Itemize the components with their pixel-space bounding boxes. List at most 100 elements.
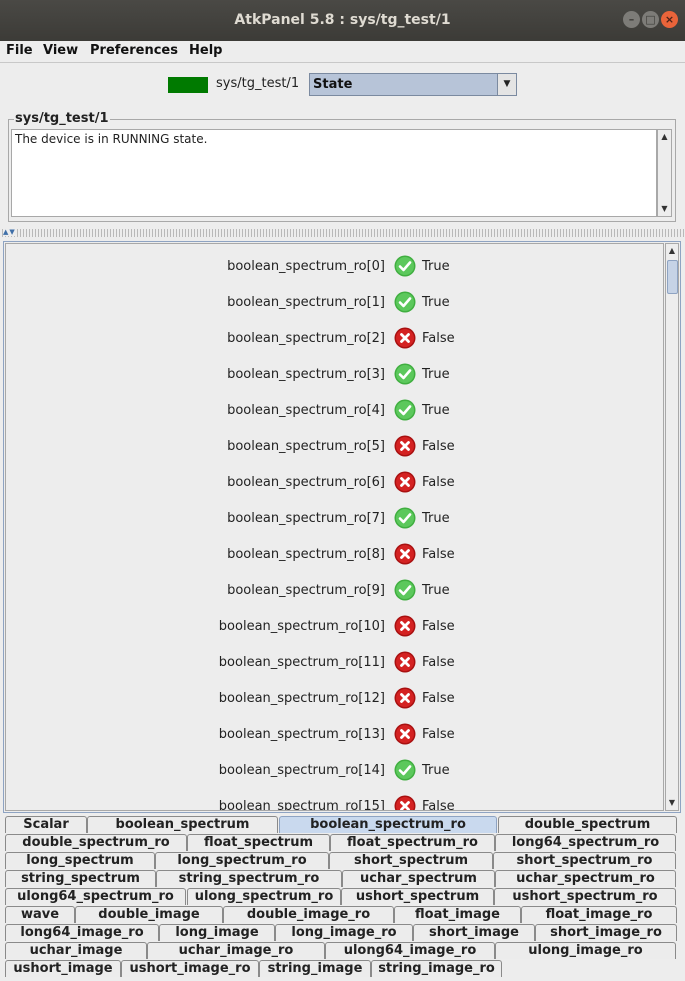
attribute-row: boolean_spectrum_ro[4] True — [6, 392, 663, 428]
tab-string-image[interactable]: string_image — [259, 960, 371, 977]
scroll-up-icon[interactable]: ▲ — [666, 244, 678, 258]
attribute-value: True — [422, 295, 450, 310]
tab-wave[interactable]: wave — [5, 906, 75, 923]
tab-boolean-spectrum-ro[interactable]: boolean_spectrum_ro — [279, 816, 497, 833]
attribute-name: boolean_spectrum_ro[12] — [218, 691, 385, 706]
cross-icon — [394, 327, 416, 349]
attribute-row: boolean_spectrum_ro[8] False — [6, 536, 663, 572]
tab-uchar-spectrum-ro[interactable]: uchar_spectrum_ro — [495, 870, 676, 887]
attribute-value: False — [422, 727, 455, 742]
attribute-list: boolean_spectrum_ro[0] True boolean_spectr… — [5, 243, 664, 811]
tab-long-image-ro[interactable]: long_image_ro — [275, 924, 413, 941]
device-name: sys/tg_test/1 — [216, 76, 300, 91]
attribute-name: boolean_spectrum_ro[14] — [218, 763, 385, 778]
attribute-value: False — [422, 475, 455, 490]
menu-preferences[interactable]: Preferences — [90, 43, 178, 58]
attribute-row: boolean_spectrum_ro[12] False — [6, 680, 663, 716]
status-text-area[interactable]: The device is in RUNNING state. — [11, 129, 657, 217]
attribute-name: boolean_spectrum_ro[5] — [227, 439, 385, 454]
tab-uchar-image-ro[interactable]: uchar_image_ro — [147, 942, 325, 959]
check-icon — [394, 291, 416, 313]
chevron-down-icon[interactable]: ▼ — [497, 74, 516, 95]
split-arrows-icon[interactable]: ▲▼ — [3, 228, 16, 236]
tab-ulong-image-ro[interactable]: ulong_image_ro — [495, 942, 676, 959]
tab-ushort-spectrum[interactable]: ushort_spectrum — [341, 888, 494, 905]
tab-ushort-image[interactable]: ushort_image — [5, 960, 121, 977]
status-scrollbar[interactable]: ▲ ▼ — [657, 129, 672, 217]
tab-ulong64-spectrum-ro[interactable]: ulong64_spectrum_ro — [5, 888, 186, 905]
status-group: sys/tg_test/1 The device is in RUNNING s… — [8, 111, 676, 222]
tab-short-image[interactable]: short_image — [413, 924, 535, 941]
tab-ulong64-image-ro[interactable]: ulong64_image_ro — [325, 942, 495, 959]
menu-help[interactable]: Help — [189, 43, 222, 58]
tab-long-image[interactable]: long_image — [159, 924, 275, 941]
tab-float-spectrum[interactable]: float_spectrum — [187, 834, 330, 851]
scroll-thumb[interactable] — [667, 260, 678, 294]
cross-icon — [394, 651, 416, 673]
minimize-icon[interactable]: – — [623, 11, 640, 28]
check-icon — [394, 579, 416, 601]
split-pane-divider[interactable]: ▲▼ — [0, 228, 685, 237]
attribute-row: boolean_spectrum_ro[11] False — [6, 644, 663, 680]
tab-uchar-image[interactable]: uchar_image — [5, 942, 147, 959]
tab-long64-spectrum-ro[interactable]: long64_spectrum_ro — [495, 834, 676, 851]
attribute-name: boolean_spectrum_ro[8] — [227, 547, 385, 562]
attribute-row: boolean_spectrum_ro[1] True — [6, 284, 663, 320]
attribute-name: boolean_spectrum_ro[0] — [227, 259, 385, 274]
tab-ulong-spectrum-ro[interactable]: ulong_spectrum_ro — [187, 888, 341, 905]
tab-ushort-spectrum-ro[interactable]: ushort_spectrum_ro — [494, 888, 676, 905]
attribute-value: False — [422, 331, 455, 346]
tab-float-image-ro[interactable]: float_image_ro — [521, 906, 677, 923]
tab-ushort-image-ro[interactable]: ushort_image_ro — [121, 960, 259, 977]
tab-short-spectrum-ro[interactable]: short_spectrum_ro — [493, 852, 676, 869]
tab-double-image[interactable]: double_image — [75, 906, 223, 923]
attribute-name: boolean_spectrum_ro[2] — [227, 331, 385, 346]
attribute-name: boolean_spectrum_ro[9] — [227, 583, 385, 598]
tab-string-spectrum-ro[interactable]: string_spectrum_ro — [156, 870, 342, 887]
cross-icon — [394, 543, 416, 565]
tab-boolean-spectrum[interactable]: boolean_spectrum — [87, 816, 278, 833]
tab-long-spectrum-ro[interactable]: long_spectrum_ro — [155, 852, 329, 869]
tab-short-spectrum[interactable]: short_spectrum — [329, 852, 493, 869]
tab-long64-image-ro[interactable]: long64_image_ro — [5, 924, 159, 941]
attribute-value: False — [422, 547, 455, 562]
close-icon[interactable]: × — [661, 11, 678, 28]
attribute-tabs: Scalar boolean_spectrum boolean_spectrum_r… — [0, 814, 685, 981]
maximize-icon[interactable]: □ — [642, 11, 659, 28]
attribute-value: False — [422, 439, 455, 454]
attribute-row: boolean_spectrum_ro[2] False — [6, 320, 663, 356]
tab-short-image-ro[interactable]: short_image_ro — [535, 924, 677, 941]
check-icon — [394, 759, 416, 781]
menu-bar: File View Preferences Help — [0, 41, 685, 63]
scroll-down-icon[interactable]: ▼ — [666, 796, 678, 810]
scroll-up-icon[interactable]: ▲ — [658, 130, 671, 144]
tab-float-image[interactable]: float_image — [394, 906, 521, 923]
attribute-row: boolean_spectrum_ro[7] True — [6, 500, 663, 536]
attribute-row: boolean_spectrum_ro[6] False — [6, 464, 663, 500]
window-title: AtkPanel 5.8 : sys/tg_test/1 — [234, 12, 451, 28]
cross-icon — [394, 435, 416, 457]
attribute-name: boolean_spectrum_ro[3] — [227, 367, 385, 382]
command-combo[interactable]: State ▼ — [309, 73, 517, 96]
tab-string-spectrum[interactable]: string_spectrum — [5, 870, 156, 887]
menu-file[interactable]: File — [6, 43, 33, 58]
attribute-scrollbar[interactable]: ▲ ▼ — [665, 243, 679, 811]
tab-float-spectrum-ro[interactable]: float_spectrum_ro — [330, 834, 495, 851]
tab-double-image-ro[interactable]: double_image_ro — [223, 906, 394, 923]
tab-double-spectrum-ro[interactable]: double_spectrum_ro — [5, 834, 187, 851]
attribute-row: boolean_spectrum_ro[0] True — [6, 248, 663, 284]
attribute-value: True — [422, 511, 450, 526]
attribute-name: boolean_spectrum_ro[10] — [218, 619, 385, 634]
check-icon — [394, 399, 416, 421]
attribute-value: False — [422, 799, 455, 811]
tab-double-spectrum[interactable]: double_spectrum — [498, 816, 677, 833]
attribute-name: boolean_spectrum_ro[4] — [227, 403, 385, 418]
scroll-down-icon[interactable]: ▼ — [658, 202, 671, 216]
menu-view[interactable]: View — [43, 43, 78, 58]
attribute-value: True — [422, 763, 450, 778]
attribute-row: boolean_spectrum_ro[9] True — [6, 572, 663, 608]
tab-uchar-spectrum[interactable]: uchar_spectrum — [342, 870, 495, 887]
tab-string-image-ro[interactable]: string_image_ro — [371, 960, 502, 977]
tab-scalar[interactable]: Scalar — [5, 816, 87, 833]
tab-long-spectrum[interactable]: long_spectrum — [5, 852, 155, 869]
